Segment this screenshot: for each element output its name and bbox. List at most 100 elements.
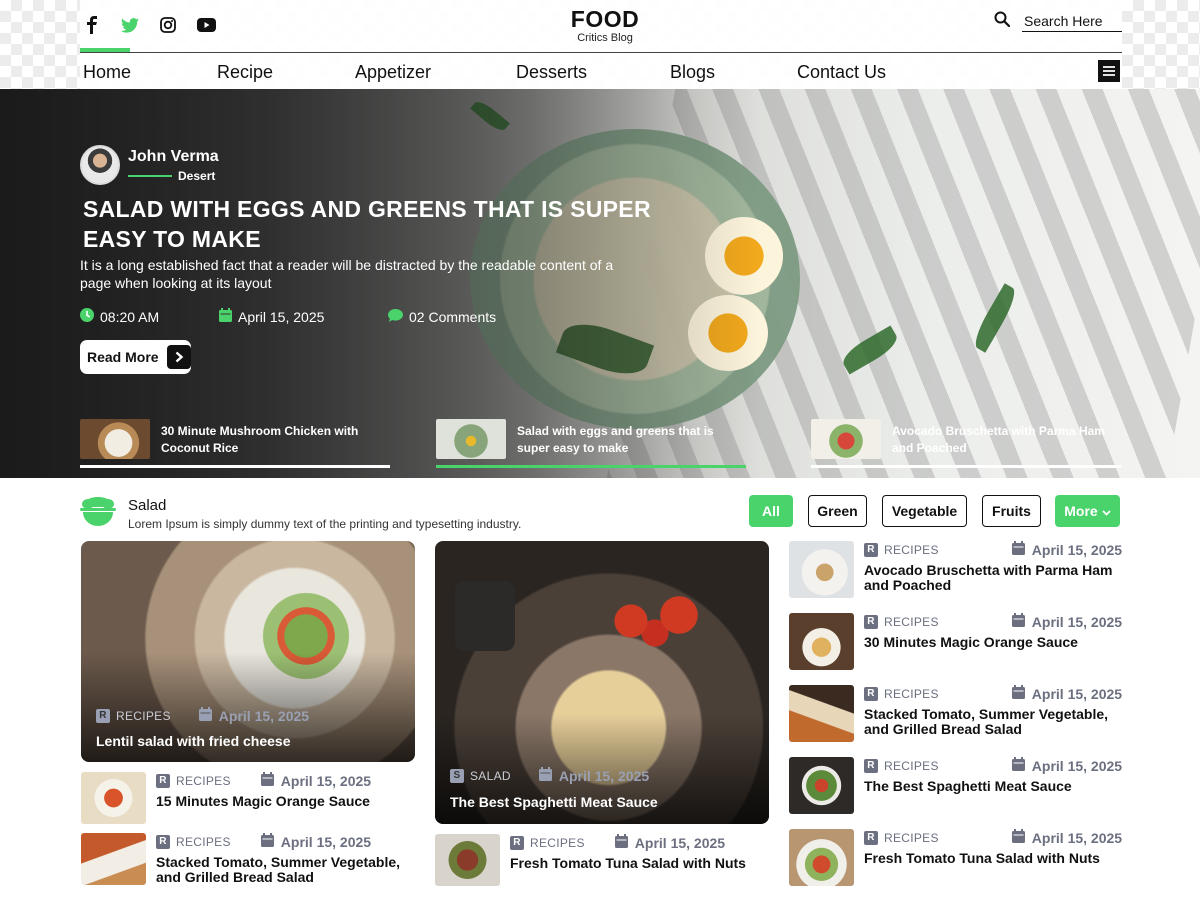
post-title[interactable]: The Best Spaghetti Meat Sauce [864, 779, 1114, 794]
hero-card-thumb[interactable] [80, 419, 150, 459]
site-logo[interactable]: FOOD Critics Blog [560, 6, 650, 44]
category-tag[interactable]: R RECIPES [864, 542, 939, 557]
post-list-item[interactable]: R RECIPES April 15, 2025 15 Minutes Magi… [81, 772, 415, 828]
category-label[interactable]: RECIPES [884, 543, 939, 557]
category-tag[interactable]: R RECIPES [510, 835, 585, 850]
post-list-item[interactable]: R RECIPES April 15, 2025 Fresh Tomato Tu… [789, 829, 1123, 886]
post-meta: R RECIPES April 15, 2025 [864, 541, 1122, 558]
hero-card[interactable]: Avocado Bruschetta with Parma Ham and Po… [811, 418, 1123, 470]
calendar-icon [260, 772, 274, 789]
post-thumb[interactable] [789, 613, 854, 670]
facebook-icon[interactable] [80, 13, 104, 37]
post-title[interactable]: 30 Minutes Magic Orange Sauce [864, 635, 1114, 650]
category-tag[interactable]: R RECIPES [864, 686, 939, 701]
post-title[interactable]: 15 Minutes Magic Orange Sauce [156, 794, 406, 809]
hero-card-thumb[interactable] [436, 419, 506, 459]
post-title[interactable]: Stacked Tomato, Summer Vegetable, and Gr… [864, 707, 1114, 737]
post-date: April 15, 2025 [260, 833, 371, 850]
post-meta: R RECIPES April 15, 2025 [96, 707, 309, 724]
category-label[interactable]: RECIPES [884, 687, 939, 701]
category-label[interactable]: RECIPES [884, 615, 939, 629]
category-tag[interactable]: R RECIPES [864, 758, 939, 773]
category-label[interactable]: RECIPES [176, 835, 231, 849]
twitter-icon[interactable] [118, 13, 142, 37]
hero-card-title[interactable]: Salad with eggs and greens that is super… [517, 423, 747, 457]
post-meta: R RECIPES April 15, 2025 [156, 772, 406, 789]
post-list-item[interactable]: R RECIPES April 15, 2025 Fresh Tomato Tu… [435, 834, 769, 890]
search-input[interactable] [1022, 11, 1122, 32]
hero-card-title[interactable]: 30 Minute Mushroom Chicken with Coconut … [161, 423, 391, 457]
category-tag[interactable]: R RECIPES [96, 707, 171, 724]
post-title[interactable]: Fresh Tomato Tuna Salad with Nuts [510, 856, 760, 871]
category-label[interactable]: RECIPES [884, 759, 939, 773]
post-thumb[interactable] [789, 685, 854, 742]
category-tag[interactable]: R RECIPES [156, 773, 231, 788]
category-label[interactable]: RECIPES [530, 836, 585, 850]
post-thumb[interactable] [81, 772, 146, 824]
nav-blogs[interactable]: Blogs [670, 60, 715, 84]
nav-recipe[interactable]: Recipe [217, 60, 273, 84]
filter-fruits-button[interactable]: Fruits [982, 495, 1041, 527]
category-tag[interactable]: R RECIPES [864, 830, 939, 845]
hero-card-title[interactable]: Avocado Bruschetta with Parma Ham and Po… [892, 423, 1122, 457]
nav-desserts[interactable]: Desserts [516, 60, 587, 84]
post-date: April 15, 2025 [1011, 685, 1122, 702]
post-date-text: April 15, 2025 [280, 772, 372, 789]
calendar-icon [219, 308, 232, 325]
filter-green-button[interactable]: Green [808, 495, 867, 527]
avatar[interactable] [80, 145, 120, 185]
category-letter-icon: R [510, 835, 524, 850]
post-list-item[interactable]: R RECIPES April 15, 2025 Stacked Tomato,… [789, 685, 1123, 742]
search-icon[interactable] [994, 11, 1011, 32]
author-block[interactable]: John Verma Desert [80, 145, 219, 185]
hero-title[interactable]: SALAD WITH EGGS AND GREENS THAT IS SUPER… [83, 194, 663, 254]
post-list-item[interactable]: R RECIPES April 15, 2025 Avocado Brusche… [789, 541, 1123, 598]
category-tag[interactable]: R RECIPES [156, 834, 231, 849]
category-tag[interactable]: S SALAD [450, 767, 511, 784]
post-list-item[interactable]: R RECIPES April 15, 2025 The Best Spaghe… [789, 757, 1123, 814]
nav-home[interactable]: Home [83, 60, 131, 84]
category-letter-icon: R [864, 614, 878, 629]
post-title[interactable]: Lentil salad with fried cheese [96, 733, 291, 749]
author-underline [128, 174, 172, 177]
post-list-item[interactable]: R RECIPES April 15, 2025 Stacked Tomato,… [81, 833, 415, 889]
read-more-button[interactable]: Read More [80, 340, 191, 374]
category-letter-icon: R [156, 773, 170, 788]
author-name[interactable]: John Verma [128, 148, 219, 166]
filter-all-button[interactable]: All [749, 495, 793, 527]
post-thumb[interactable] [435, 834, 500, 886]
hero-card[interactable]: Salad with eggs and greens that is super… [436, 418, 748, 470]
nav-appetizer[interactable]: Appetizer [355, 60, 431, 84]
hero-time-text: 08:20 AM [100, 308, 160, 325]
featured-post-card[interactable]: S SALAD April 15, 2025 The Best Spaghett… [435, 541, 769, 824]
category-label[interactable]: RECIPES [116, 709, 171, 723]
nav-contact-us[interactable]: Contact Us [797, 60, 886, 84]
hero-comments[interactable]: 02 Comments [388, 308, 496, 325]
post-thumb[interactable] [789, 541, 854, 598]
post-title[interactable]: The Best Spaghetti Meat Sauce [450, 794, 658, 810]
category-letter-icon: R [864, 686, 878, 701]
hero-card[interactable]: 30 Minute Mushroom Chicken with Coconut … [80, 418, 392, 470]
instagram-icon[interactable] [156, 13, 180, 37]
post-date: April 15, 2025 [260, 772, 372, 789]
post-title[interactable]: Stacked Tomato, Summer Vegetable, and Gr… [156, 855, 406, 885]
post-thumb[interactable] [789, 757, 854, 814]
hero-card-thumb[interactable] [811, 419, 881, 459]
author-category[interactable]: Desert [178, 169, 215, 183]
featured-post-card[interactable]: R RECIPES April 15, 2025 Lentil salad wi… [81, 541, 415, 762]
post-title[interactable]: Fresh Tomato Tuna Salad with Nuts [864, 851, 1114, 866]
category-label[interactable]: RECIPES [176, 774, 231, 788]
hero-comments-text[interactable]: 02 Comments [409, 309, 496, 325]
post-thumb[interactable] [81, 833, 146, 885]
menu-icon[interactable] [1098, 60, 1120, 82]
post-list-item[interactable]: R RECIPES April 15, 2025 30 Minutes Magi… [789, 613, 1123, 670]
category-letter-icon: R [156, 834, 170, 849]
post-thumb[interactable] [789, 829, 854, 886]
category-label[interactable]: SALAD [470, 769, 511, 783]
filter-more-button[interactable]: More [1055, 495, 1120, 527]
category-label[interactable]: RECIPES [884, 831, 939, 845]
filter-vegetable-button[interactable]: Vegetable [882, 495, 967, 527]
category-tag[interactable]: R RECIPES [864, 614, 939, 629]
post-title[interactable]: Avocado Bruschetta with Parma Ham and Po… [864, 563, 1114, 593]
youtube-icon[interactable] [194, 13, 218, 37]
